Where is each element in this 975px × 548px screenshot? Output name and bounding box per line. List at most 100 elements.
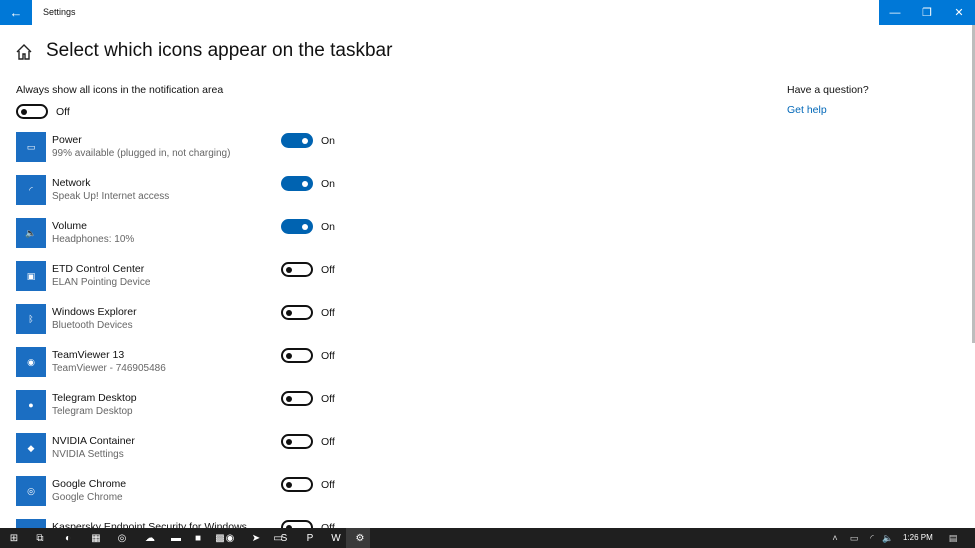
item-name: Windows Explorer: [52, 306, 137, 318]
item-toggle-state: Off: [321, 349, 335, 362]
item-toggle[interactable]: [281, 348, 313, 363]
photoshop-icon[interactable]: P: [302, 530, 318, 546]
item-description: Headphones: 10%: [52, 234, 135, 245]
telegram-icon[interactable]: ➤: [248, 530, 264, 546]
cloud-icon[interactable]: ☁: [142, 530, 158, 546]
item-toggle[interactable]: [281, 305, 313, 320]
page-title: Select which icons appear on the taskbar: [46, 40, 393, 61]
item-description: Speak Up! Internet access: [52, 191, 170, 202]
toggle-knob: [286, 395, 292, 402]
back-arrow-icon: ←: [9, 5, 23, 20]
toggle-knob: [302, 223, 308, 230]
item-toggle-row: On: [281, 176, 335, 191]
close-button[interactable]: ✕: [943, 0, 975, 25]
item-toggle-state: Off: [321, 478, 335, 491]
app-icon[interactable]: ◐: [60, 530, 76, 546]
clock[interactable]: 1:26 PM: [903, 533, 933, 542]
battery-icon: ▭: [16, 132, 46, 162]
toggle-knob: [21, 108, 27, 115]
always-show-section: Always show all icons in the notificatio…: [16, 84, 416, 119]
bluetooth-icon: ᛒ: [16, 304, 46, 334]
item-toggle-row: Off: [281, 477, 335, 492]
item-toggle-state: Off: [321, 392, 335, 405]
toggle-knob: [286, 352, 292, 359]
tray-chevron-up-icon[interactable]: ˄: [829, 531, 841, 545]
nvidia-icon: ◆: [16, 433, 46, 463]
item-toggle-state: Off: [321, 306, 335, 319]
item-toggle[interactable]: [281, 133, 313, 148]
item-toggle-row: Off: [281, 434, 335, 449]
close-icon: ✕: [954, 7, 964, 19]
always-show-row: Off: [16, 104, 416, 119]
minimize-icon: —: [889, 6, 901, 19]
item-toggle[interactable]: [281, 262, 313, 277]
item-name: ETD Control Center: [52, 263, 145, 275]
minimize-button[interactable]: —: [879, 0, 911, 25]
wifi-icon: ◜: [16, 175, 46, 205]
item-description: NVIDIA Settings: [52, 449, 124, 460]
tray-speaker-icon[interactable]: 🔈: [882, 531, 894, 545]
task-view-icon[interactable]: ⧉: [32, 530, 48, 546]
home-icon[interactable]: [14, 42, 34, 62]
item-description: ELAN Pointing Device: [52, 277, 151, 288]
list-item: ᛒ Windows Explorer Bluetooth Devices Off: [16, 302, 416, 336]
file-explorer-icon[interactable]: ▬: [168, 530, 184, 546]
chrome-icon: ◎: [16, 476, 46, 506]
tray-wifi-icon[interactable]: ◜: [866, 531, 878, 545]
item-name: Volume: [52, 220, 88, 232]
back-button[interactable]: ←: [0, 0, 32, 25]
toggle-knob: [302, 180, 308, 187]
touchpad-icon: ▣: [16, 261, 46, 291]
always-show-toggle[interactable]: [16, 104, 48, 119]
calculator-icon[interactable]: ▦: [88, 530, 104, 546]
toggle-knob: [286, 266, 292, 273]
speaker-icon: 🔈: [16, 218, 46, 248]
tray-battery-icon[interactable]: ▭: [848, 531, 860, 545]
restore-button[interactable]: ❐: [911, 0, 943, 25]
start-icon[interactable]: ⊞: [6, 530, 22, 546]
item-name: Network: [52, 177, 91, 189]
list-item: ● Telegram Desktop Telegram Desktop Off: [16, 388, 416, 422]
media-icon[interactable]: ◎: [114, 530, 130, 546]
tray-notification-icon[interactable]: ▤: [947, 531, 959, 545]
item-toggle-state: On: [321, 220, 336, 233]
item-toggle-row: On: [281, 219, 335, 234]
item-toggle[interactable]: [281, 219, 313, 234]
chrome-icon[interactable]: ◉: [222, 530, 238, 546]
item-name: Power: [52, 134, 82, 146]
item-toggle-row: Off: [281, 348, 335, 363]
list-item: ◎ Google Chrome Google Chrome Off: [16, 474, 416, 508]
item-toggle-state: On: [321, 134, 336, 147]
list-item: 🔈 Volume Headphones: 10% On: [16, 216, 416, 250]
item-name: Telegram Desktop: [52, 392, 137, 404]
item-toggle-row: Off: [281, 305, 335, 320]
item-toggle-state: On: [321, 177, 336, 190]
toggle-knob: [302, 137, 308, 144]
item-toggle[interactable]: [281, 434, 313, 449]
item-description: Google Chrome: [52, 492, 123, 503]
item-toggle-row: Off: [281, 262, 335, 277]
settings-icon[interactable]: ⚙: [352, 530, 368, 546]
item-toggle[interactable]: [281, 391, 313, 406]
item-name: NVIDIA Container: [52, 435, 135, 447]
item-name: TeamViewer 13: [52, 349, 125, 361]
item-toggle[interactable]: [281, 477, 313, 492]
window-title: Settings: [43, 7, 76, 17]
item-description: 99% available (plugged in, not charging): [52, 148, 231, 159]
item-toggle[interactable]: [281, 176, 313, 191]
skype-icon[interactable]: S: [276, 530, 292, 546]
restore-icon: ❐: [922, 7, 932, 19]
item-toggle-row: Off: [281, 391, 335, 406]
item-toggle-state: Off: [321, 435, 335, 448]
word-icon[interactable]: W: [328, 530, 344, 546]
question-heading: Have a question?: [787, 84, 869, 96]
item-toggle-state: Off: [321, 263, 335, 276]
teamviewer-icon: ◉: [16, 347, 46, 377]
list-item: ◆ NVIDIA Container NVIDIA Settings Off: [16, 431, 416, 465]
get-help-link[interactable]: Get help: [787, 104, 869, 116]
sticky-notes-icon[interactable]: ■: [190, 530, 206, 546]
item-description: Bluetooth Devices: [52, 320, 133, 331]
item-description: TeamViewer - 746905486: [52, 363, 166, 374]
telegram-icon: ●: [16, 390, 46, 420]
item-description: Telegram Desktop: [52, 406, 133, 417]
